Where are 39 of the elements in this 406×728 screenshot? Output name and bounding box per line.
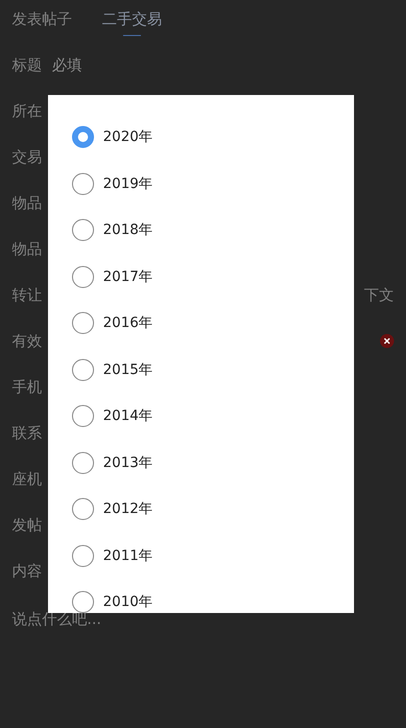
field-label: 标题: [12, 56, 42, 74]
radio-button[interactable]: [72, 498, 94, 520]
tab[interactable]: 二手交易: [102, 10, 162, 42]
field-hint: 下文: [364, 286, 394, 304]
radio-button[interactable]: [72, 219, 94, 242]
radio-button[interactable]: [72, 172, 94, 195]
year-option[interactable]: 2014年: [48, 393, 354, 440]
radio-button[interactable]: [72, 452, 94, 474]
clear-icon[interactable]: [380, 334, 394, 348]
radio-button[interactable]: [72, 266, 94, 288]
radio-button[interactable]: [72, 358, 94, 381]
tab[interactable]: 发表帖子: [12, 10, 72, 42]
radio-button[interactable]: [72, 126, 94, 148]
field-label: 所在: [12, 102, 42, 120]
year-option[interactable]: 2013年: [48, 440, 354, 486]
field-label: 物品: [12, 194, 42, 212]
field-label: 发帖: [12, 516, 42, 534]
field-label: 转让: [12, 286, 42, 304]
field-value: 必填: [52, 56, 82, 74]
field-label: 交易: [12, 148, 42, 166]
year-option[interactable]: 2012年: [48, 486, 354, 532]
year-option[interactable]: 2010年: [48, 579, 354, 613]
year-option[interactable]: 2017年: [48, 254, 354, 300]
radio-button[interactable]: [72, 312, 94, 334]
year-option[interactable]: 2018年: [48, 207, 354, 254]
year-option[interactable]: 2011年: [48, 532, 354, 579]
field-label: 物品: [12, 240, 42, 258]
year-option[interactable]: 2016年: [48, 300, 354, 346]
year-option[interactable]: 2020年: [48, 114, 354, 160]
radio-button[interactable]: [72, 405, 94, 428]
year-option[interactable]: 2019年: [48, 160, 354, 207]
field-label: 联系: [12, 424, 42, 442]
year-option[interactable]: 2015年: [48, 346, 354, 393]
field-label: 内容: [12, 562, 42, 580]
radio-button[interactable]: [72, 591, 94, 613]
radio-button[interactable]: [72, 544, 94, 567]
field-label: 座机: [12, 470, 42, 488]
field-label: 手机: [12, 378, 42, 396]
field-label: 有效: [12, 332, 42, 350]
